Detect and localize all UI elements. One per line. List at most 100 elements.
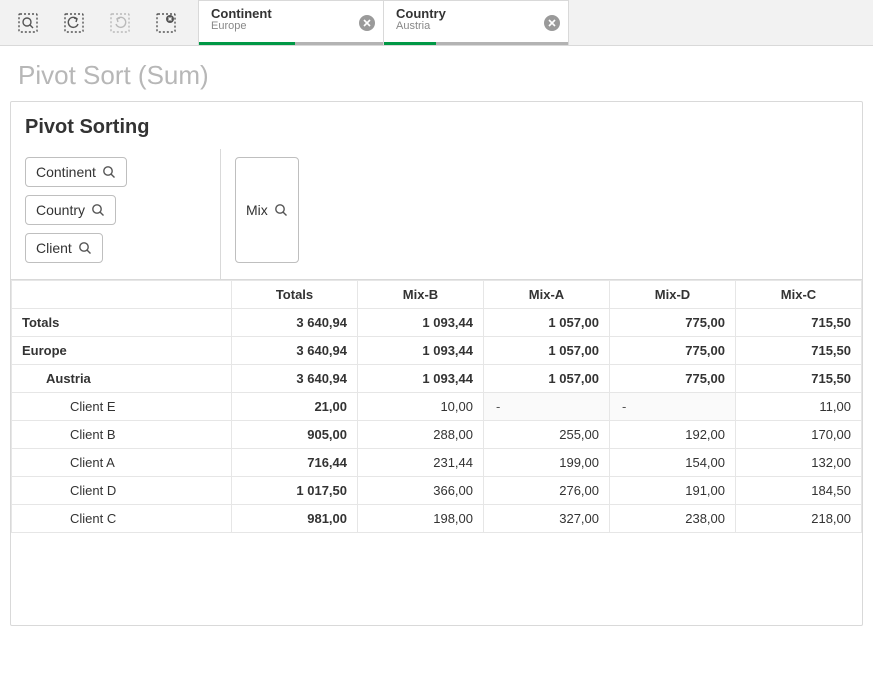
cell[interactable]: 715,50 — [736, 365, 862, 393]
dim-chip-label: Continent — [36, 164, 96, 180]
clear-selections-icon[interactable] — [154, 11, 178, 35]
selection-tab-title: Country — [396, 6, 558, 21]
dim-chip-continent[interactable]: Continent — [25, 157, 127, 187]
close-icon[interactable] — [359, 15, 375, 31]
cell[interactable]: 231,44 — [358, 449, 484, 477]
col-header[interactable]: Mix-A — [484, 281, 610, 309]
cell[interactable]: 218,00 — [736, 505, 862, 533]
page-title: Pivot Sort (Sum) — [0, 46, 873, 101]
table-row[interactable]: Client E21,0010,00--11,00 — [12, 393, 862, 421]
cell[interactable]: 238,00 — [610, 505, 736, 533]
dim-chip-client[interactable]: Client — [25, 233, 103, 263]
row-label[interactable]: Client D — [12, 477, 232, 505]
cell[interactable]: 132,00 — [736, 449, 862, 477]
row-dimensions: Continent Country Client — [11, 149, 221, 279]
cell[interactable]: 288,00 — [358, 421, 484, 449]
cell[interactable]: 715,50 — [736, 309, 862, 337]
row-label[interactable]: Client E — [12, 393, 232, 421]
dim-chip-label: Mix — [246, 202, 268, 218]
cell[interactable]: - — [610, 393, 736, 421]
step-forward-icon — [108, 11, 132, 35]
selection-bar-rest — [436, 42, 568, 45]
cell[interactable]: 3 640,94 — [232, 309, 358, 337]
search-icon — [102, 165, 116, 179]
cell[interactable]: 366,00 — [358, 477, 484, 505]
table-row[interactable]: Austria3 640,941 093,441 057,00775,00715… — [12, 365, 862, 393]
cell[interactable]: 10,00 — [358, 393, 484, 421]
cell[interactable]: 1 057,00 — [484, 365, 610, 393]
selection-bar-fill — [384, 42, 436, 45]
row-label[interactable]: Client C — [12, 505, 232, 533]
col-header[interactable]: Totals — [232, 281, 358, 309]
selection-bar-rest — [295, 42, 383, 45]
pivot-table[interactable]: Totals Mix-B Mix-A Mix-D Mix-C Totals3 6… — [11, 280, 862, 533]
selection-bar: Continent Europe Country Austria — [198, 0, 569, 45]
cell[interactable]: 3 640,94 — [232, 365, 358, 393]
close-icon[interactable] — [544, 15, 560, 31]
cell[interactable]: 1 057,00 — [484, 337, 610, 365]
cell[interactable]: 3 640,94 — [232, 337, 358, 365]
selection-tab-continent[interactable]: Continent Europe — [198, 0, 384, 45]
search-icon — [274, 203, 288, 217]
dim-chip-mix[interactable]: Mix — [235, 157, 299, 263]
table-row[interactable]: Client D1 017,50366,00276,00191,00184,50 — [12, 477, 862, 505]
pivot-table-wrap: Totals Mix-B Mix-A Mix-D Mix-C Totals3 6… — [11, 279, 862, 533]
cell[interactable]: 199,00 — [484, 449, 610, 477]
cell[interactable]: 21,00 — [232, 393, 358, 421]
cell[interactable]: 775,00 — [610, 337, 736, 365]
step-back-icon[interactable] — [62, 11, 86, 35]
pivot-corner-cell — [12, 281, 232, 309]
cell[interactable]: 905,00 — [232, 421, 358, 449]
selection-tab-country[interactable]: Country Austria — [383, 0, 569, 45]
cell[interactable]: 192,00 — [610, 421, 736, 449]
search-icon — [78, 241, 92, 255]
toolbar: Continent Europe Country Austria — [0, 0, 873, 46]
toolbar-icon-group — [0, 0, 194, 45]
col-header[interactable]: Mix-C — [736, 281, 862, 309]
cell[interactable]: 716,44 — [232, 449, 358, 477]
cell[interactable]: 1 057,00 — [484, 309, 610, 337]
pivot-header-row: Totals Mix-B Mix-A Mix-D Mix-C — [12, 281, 862, 309]
cell[interactable]: 255,00 — [484, 421, 610, 449]
row-label[interactable]: Client B — [12, 421, 232, 449]
pivot-dimension-controls: Continent Country Client Mix — [11, 149, 862, 279]
cell[interactable]: 775,00 — [610, 365, 736, 393]
cell[interactable]: 1 093,44 — [358, 365, 484, 393]
row-label[interactable]: Europe — [12, 337, 232, 365]
cell[interactable]: 191,00 — [610, 477, 736, 505]
pivot-card: Pivot Sorting Continent Country Client — [10, 101, 863, 626]
cell[interactable]: 1 093,44 — [358, 337, 484, 365]
table-row[interactable]: Europe3 640,941 093,441 057,00775,00715,… — [12, 337, 862, 365]
row-label[interactable]: Totals — [12, 309, 232, 337]
cell[interactable]: 170,00 — [736, 421, 862, 449]
cell[interactable]: - — [484, 393, 610, 421]
dim-chip-label: Country — [36, 202, 85, 218]
table-row[interactable]: Totals3 640,941 093,441 057,00775,00715,… — [12, 309, 862, 337]
cell[interactable]: 198,00 — [358, 505, 484, 533]
cell[interactable]: 184,50 — [736, 477, 862, 505]
table-row[interactable]: Client C981,00198,00327,00238,00218,00 — [12, 505, 862, 533]
cell[interactable]: 715,50 — [736, 337, 862, 365]
search-icon — [91, 203, 105, 217]
cell[interactable]: 327,00 — [484, 505, 610, 533]
selection-tab-value: Europe — [211, 20, 373, 32]
table-row[interactable]: Client B905,00288,00255,00192,00170,00 — [12, 421, 862, 449]
col-header[interactable]: Mix-B — [358, 281, 484, 309]
dim-chip-country[interactable]: Country — [25, 195, 116, 225]
row-label[interactable]: Austria — [12, 365, 232, 393]
cell[interactable]: 1 017,50 — [232, 477, 358, 505]
col-header[interactable]: Mix-D — [610, 281, 736, 309]
selection-tab-title: Continent — [211, 6, 373, 21]
table-row[interactable]: Client A716,44231,44199,00154,00132,00 — [12, 449, 862, 477]
selection-tab-value: Austria — [396, 20, 558, 32]
cell[interactable]: 11,00 — [736, 393, 862, 421]
cell[interactable]: 154,00 — [610, 449, 736, 477]
cell[interactable]: 1 093,44 — [358, 309, 484, 337]
card-bottom-space — [11, 533, 862, 625]
cell[interactable]: 775,00 — [610, 309, 736, 337]
cell[interactable]: 981,00 — [232, 505, 358, 533]
smart-search-icon[interactable] — [16, 11, 40, 35]
cell[interactable]: 276,00 — [484, 477, 610, 505]
row-label[interactable]: Client A — [12, 449, 232, 477]
dim-chip-label: Client — [36, 240, 72, 256]
